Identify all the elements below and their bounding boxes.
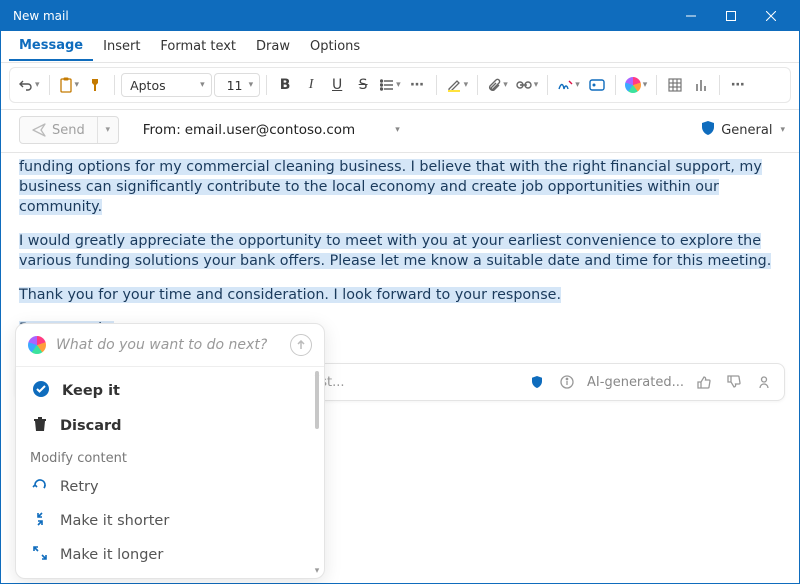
- italic-button[interactable]: I: [299, 71, 323, 99]
- scroll-down-arrow[interactable]: ▾: [313, 566, 321, 576]
- font-family-select[interactable]: Aptos▾: [121, 73, 212, 97]
- undo-button[interactable]: ▾: [16, 71, 43, 99]
- loop-button[interactable]: [585, 71, 609, 99]
- poll-button[interactable]: [689, 71, 713, 99]
- tab-options[interactable]: Options: [300, 33, 370, 60]
- panel-scrollbar[interactable]: ▴ ▾: [313, 371, 321, 574]
- copilot-ribbon-button[interactable]: ▾: [622, 71, 651, 99]
- expand-icon: [32, 545, 48, 565]
- ai-status-label: AI-generated...: [587, 375, 684, 390]
- trash-icon: [32, 416, 48, 436]
- sensitivity-selector[interactable]: General ▾: [701, 120, 785, 140]
- from-value[interactable]: email.user@contoso.com: [181, 122, 355, 138]
- bullets-button[interactable]: ▾: [377, 71, 404, 99]
- tab-draw[interactable]: Draw: [246, 33, 300, 60]
- link-button[interactable]: ▾: [513, 71, 542, 99]
- option-make-longer[interactable]: Make it longer: [16, 538, 324, 572]
- underline-button[interactable]: U: [325, 71, 349, 99]
- compose-header: Send ▾ From: email.user@contoso.com ▾ Ge…: [1, 109, 799, 153]
- from-dropdown[interactable]: ▾: [355, 125, 400, 135]
- signature-button[interactable]: ▾: [554, 71, 583, 99]
- maximize-button[interactable]: [711, 1, 751, 31]
- copy-button[interactable]: [754, 375, 774, 389]
- format-painter-button[interactable]: [84, 71, 108, 99]
- body-paragraph-2: I would greatly appreciate the opportuni…: [19, 233, 771, 269]
- minimize-button[interactable]: [671, 1, 711, 31]
- collapse-icon: [32, 511, 48, 531]
- submit-button[interactable]: [290, 334, 312, 356]
- close-button[interactable]: [751, 1, 791, 31]
- body-paragraph-1: funding options for my commercial cleani…: [19, 159, 762, 215]
- tab-insert[interactable]: Insert: [93, 33, 150, 60]
- window-title: New mail: [9, 9, 671, 23]
- check-circle-icon: [32, 380, 50, 402]
- option-retry[interactable]: Retry: [16, 470, 324, 504]
- copilot-suggestions-panel: What do you want to do next? Keep it Dis…: [15, 323, 325, 579]
- bold-button[interactable]: B: [273, 71, 297, 99]
- info-icon[interactable]: [557, 375, 577, 389]
- shield-icon: [701, 120, 715, 140]
- paste-button[interactable]: ▾: [56, 71, 83, 99]
- send-button[interactable]: Send ▾: [19, 116, 119, 144]
- window-titlebar: New mail: [1, 1, 799, 31]
- send-split-button[interactable]: ▾: [98, 125, 118, 135]
- option-make-shorter[interactable]: Make it shorter: [16, 504, 324, 538]
- body-paragraph-3: Thank you for your time and consideratio…: [19, 287, 561, 303]
- option-discard[interactable]: Discard: [16, 409, 324, 443]
- table-button[interactable]: [663, 71, 687, 99]
- font-size-select[interactable]: 11▾: [214, 73, 261, 97]
- ribbon-overflow-button[interactable]: ⋯: [726, 71, 750, 99]
- send-icon: [32, 123, 46, 137]
- thumbs-up-button[interactable]: [694, 375, 714, 389]
- retry-icon: [32, 477, 48, 497]
- copilot-icon: [28, 336, 46, 354]
- ribbon-toolbar: ▾ ▾ Aptos▾ 11▾ B I U S ▾ ⋯ ▾ ▾ ▾ ▾ ▾ ⋯: [9, 67, 791, 103]
- copilot-prompt-question: What do you want to do next?: [56, 337, 280, 353]
- strikethrough-button[interactable]: S: [351, 71, 375, 99]
- scroll-thumb[interactable]: [315, 371, 319, 429]
- modify-content-label: Modify content: [16, 443, 324, 470]
- highlight-button[interactable]: ▾: [443, 71, 472, 99]
- option-keep-it[interactable]: Keep it: [16, 373, 324, 409]
- tab-format-text[interactable]: Format text: [150, 33, 246, 60]
- tab-message[interactable]: Message: [9, 32, 93, 61]
- thumbs-down-button[interactable]: [724, 375, 744, 389]
- attach-button[interactable]: ▾: [484, 71, 511, 99]
- ribbon-tabs: Message Insert Format text Draw Options: [1, 31, 799, 63]
- from-label: From:: [119, 122, 181, 138]
- more-formatting-button[interactable]: ⋯: [406, 71, 430, 99]
- shield-icon[interactable]: [527, 375, 547, 389]
